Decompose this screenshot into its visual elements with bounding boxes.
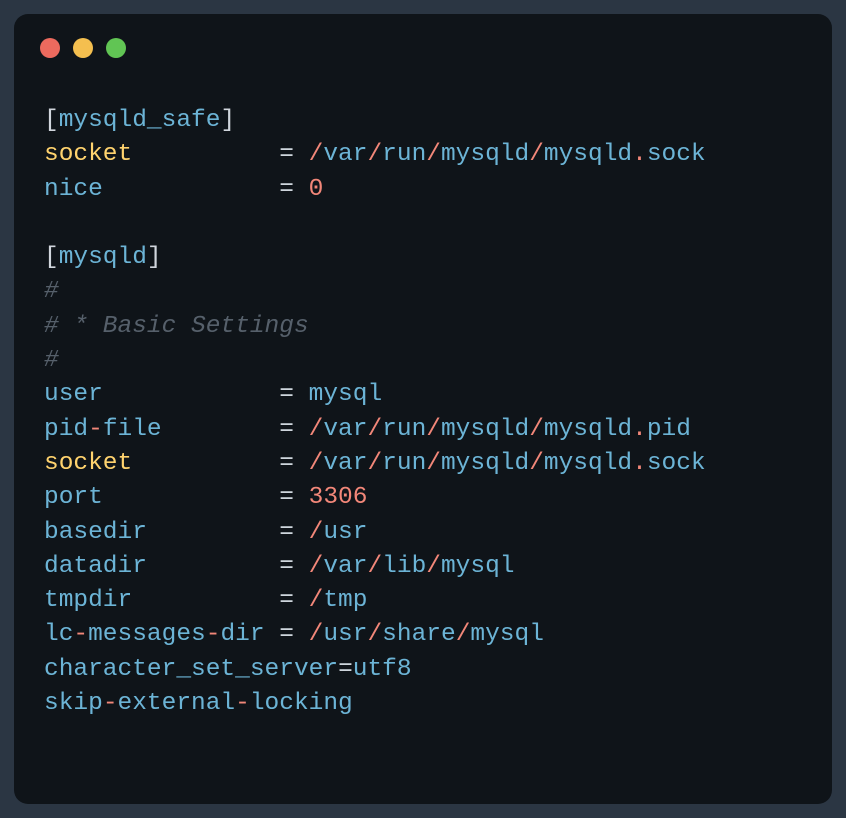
key-lc-1: lc xyxy=(44,621,73,648)
comment-line: # xyxy=(44,347,59,374)
dot: . xyxy=(632,450,647,477)
slash: / xyxy=(456,621,471,648)
slash: / xyxy=(529,416,544,443)
val-nice: 0 xyxy=(309,176,324,203)
dash: - xyxy=(88,416,103,443)
path-seg: var xyxy=(323,141,367,168)
slash: / xyxy=(426,416,441,443)
slash: / xyxy=(309,450,324,477)
comment-line: # xyxy=(44,278,59,305)
equals: = xyxy=(279,141,294,168)
key-basedir: basedir xyxy=(44,519,147,546)
path-seg: usr xyxy=(323,621,367,648)
equals: = xyxy=(279,381,294,408)
path-seg: mysqld xyxy=(441,450,529,477)
path-seg: mysqld xyxy=(441,141,529,168)
path-seg: run xyxy=(382,141,426,168)
key-lc-3: dir xyxy=(220,621,264,648)
path-ext: pid xyxy=(647,416,691,443)
stage: [mysqld_safe] socket = /var/run/mysqld/m… xyxy=(0,0,846,818)
val-user: mysql xyxy=(309,381,383,408)
comment-line: # * Basic Settings xyxy=(44,313,309,340)
minimize-icon[interactable] xyxy=(73,38,93,58)
path-seg: var xyxy=(323,450,367,477)
dash: - xyxy=(103,690,118,717)
key-skip-2: external xyxy=(118,690,236,717)
path-seg: lib xyxy=(382,553,426,580)
slash: / xyxy=(309,141,324,168)
equals: = xyxy=(279,416,294,443)
equals: = xyxy=(279,519,294,546)
path-seg: tmp xyxy=(323,587,367,614)
key-port: port xyxy=(44,484,103,511)
key-skip-1: skip xyxy=(44,690,103,717)
key-pidfile-2: file xyxy=(103,416,162,443)
key-charset: character_set_server xyxy=(44,656,338,683)
terminal-window: [mysqld_safe] socket = /var/run/mysqld/m… xyxy=(14,14,832,804)
val-charset: utf8 xyxy=(353,656,412,683)
key-tmpdir: tmpdir xyxy=(44,587,132,614)
path-seg: mysql xyxy=(470,621,544,648)
val-port: 3306 xyxy=(309,484,368,511)
dash: - xyxy=(235,690,250,717)
zoom-icon[interactable] xyxy=(106,38,126,58)
key-socket: socket xyxy=(44,450,132,477)
slash: / xyxy=(367,141,382,168)
path-seg: mysqld xyxy=(441,416,529,443)
equals: = xyxy=(279,450,294,477)
slash: / xyxy=(367,416,382,443)
dash: - xyxy=(206,621,221,648)
section-mysqld: mysqld xyxy=(59,244,147,271)
equals: = xyxy=(338,656,353,683)
path-seg: mysql xyxy=(441,553,515,580)
path-seg: mysqld xyxy=(544,141,632,168)
close-icon[interactable] xyxy=(40,38,60,58)
dash: - xyxy=(73,621,88,648)
dot: . xyxy=(632,416,647,443)
path-seg: mysqld xyxy=(544,450,632,477)
equals: = xyxy=(279,484,294,511)
slash: / xyxy=(309,519,324,546)
key-pidfile-1: pid xyxy=(44,416,88,443)
slash: / xyxy=(426,141,441,168)
slash: / xyxy=(367,553,382,580)
bracket-open: [ xyxy=(44,244,59,271)
slash: / xyxy=(309,621,324,648)
key-nice: nice xyxy=(44,176,103,203)
path-seg: var xyxy=(323,416,367,443)
path-seg: usr xyxy=(323,519,367,546)
slash: / xyxy=(426,553,441,580)
equals: = xyxy=(279,176,294,203)
equals: = xyxy=(279,587,294,614)
path-seg: var xyxy=(323,553,367,580)
key-lc-2: messages xyxy=(88,621,206,648)
equals: = xyxy=(279,553,294,580)
path-seg: mysqld xyxy=(544,416,632,443)
section-mysqld-safe: mysqld_safe xyxy=(59,107,221,134)
slash: / xyxy=(309,553,324,580)
slash: / xyxy=(309,587,324,614)
key-skip-3: locking xyxy=(250,690,353,717)
path-seg: run xyxy=(382,450,426,477)
slash: / xyxy=(529,450,544,477)
code-block: [mysqld_safe] socket = /var/run/mysqld/m… xyxy=(14,68,832,741)
path-ext: sock xyxy=(647,450,706,477)
slash: / xyxy=(529,141,544,168)
slash: / xyxy=(367,621,382,648)
path-ext: sock xyxy=(647,141,706,168)
bracket-close: ] xyxy=(147,244,162,271)
path-seg: run xyxy=(382,416,426,443)
slash: / xyxy=(367,450,382,477)
dot: . xyxy=(632,141,647,168)
bracket-close: ] xyxy=(220,107,235,134)
slash: / xyxy=(426,450,441,477)
equals: = xyxy=(279,621,294,648)
path-seg: share xyxy=(382,621,456,648)
slash: / xyxy=(309,416,324,443)
window-titlebar xyxy=(14,14,832,68)
key-socket: socket xyxy=(44,141,132,168)
key-datadir: datadir xyxy=(44,553,147,580)
bracket-open: [ xyxy=(44,107,59,134)
key-user: user xyxy=(44,381,103,408)
